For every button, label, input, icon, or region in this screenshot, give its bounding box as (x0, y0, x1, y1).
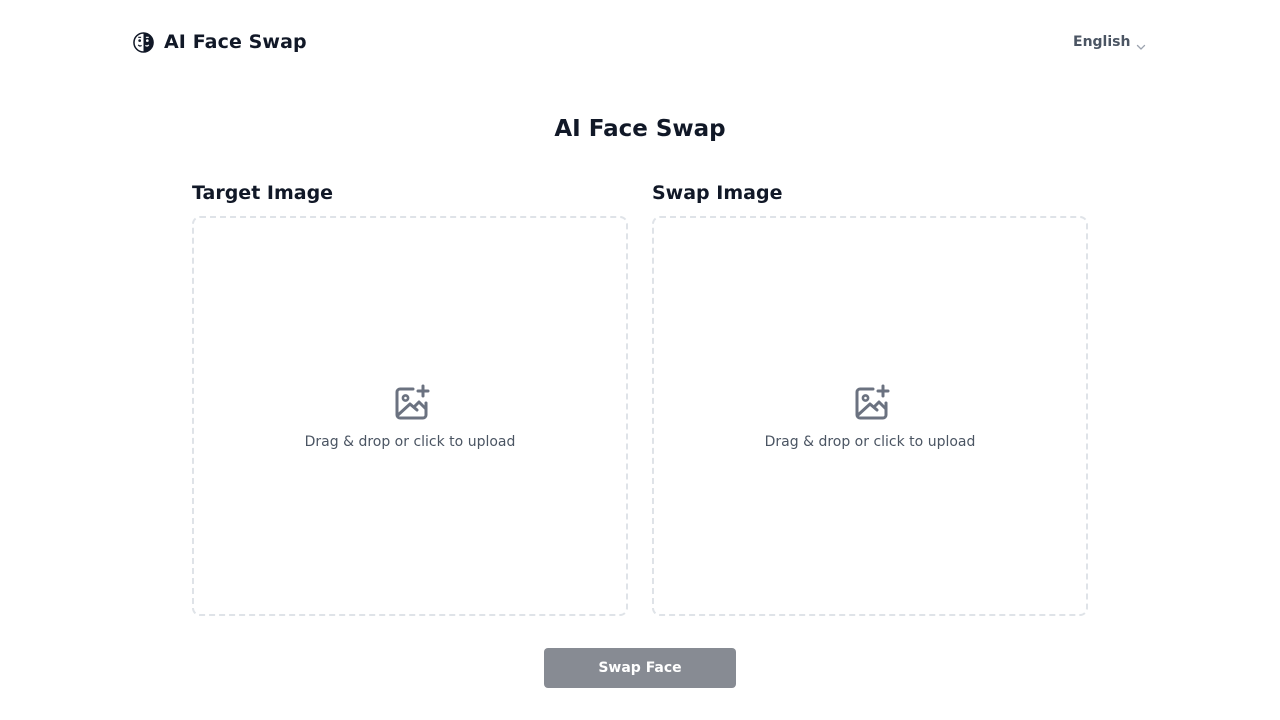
language-label: English (1073, 34, 1131, 50)
app-header: AI Face Swap English (0, 0, 1280, 84)
brand-name: AI Face Swap (164, 31, 307, 53)
language-selector[interactable]: English (1073, 32, 1146, 52)
brand[interactable]: AI Face Swap (133, 30, 307, 54)
chevron-down-icon (1136, 37, 1146, 50)
face-mask-icon (133, 31, 154, 53)
swap-image-label: Swap Image (652, 182, 783, 204)
swap-face-button[interactable]: Swap Face (544, 648, 736, 688)
page-title: AI Face Swap (554, 116, 726, 142)
swap-image-dropzone[interactable]: Drag & drop or click to upload (652, 216, 1088, 616)
upload-hint: Drag & drop or click to upload (304, 434, 516, 450)
image-add-icon (393, 384, 431, 422)
image-add-icon (853, 384, 891, 422)
target-image-label: Target Image (192, 182, 334, 204)
upload-hint: Drag & drop or click to upload (764, 434, 976, 450)
target-image-dropzone[interactable]: Drag & drop or click to upload (192, 216, 628, 616)
